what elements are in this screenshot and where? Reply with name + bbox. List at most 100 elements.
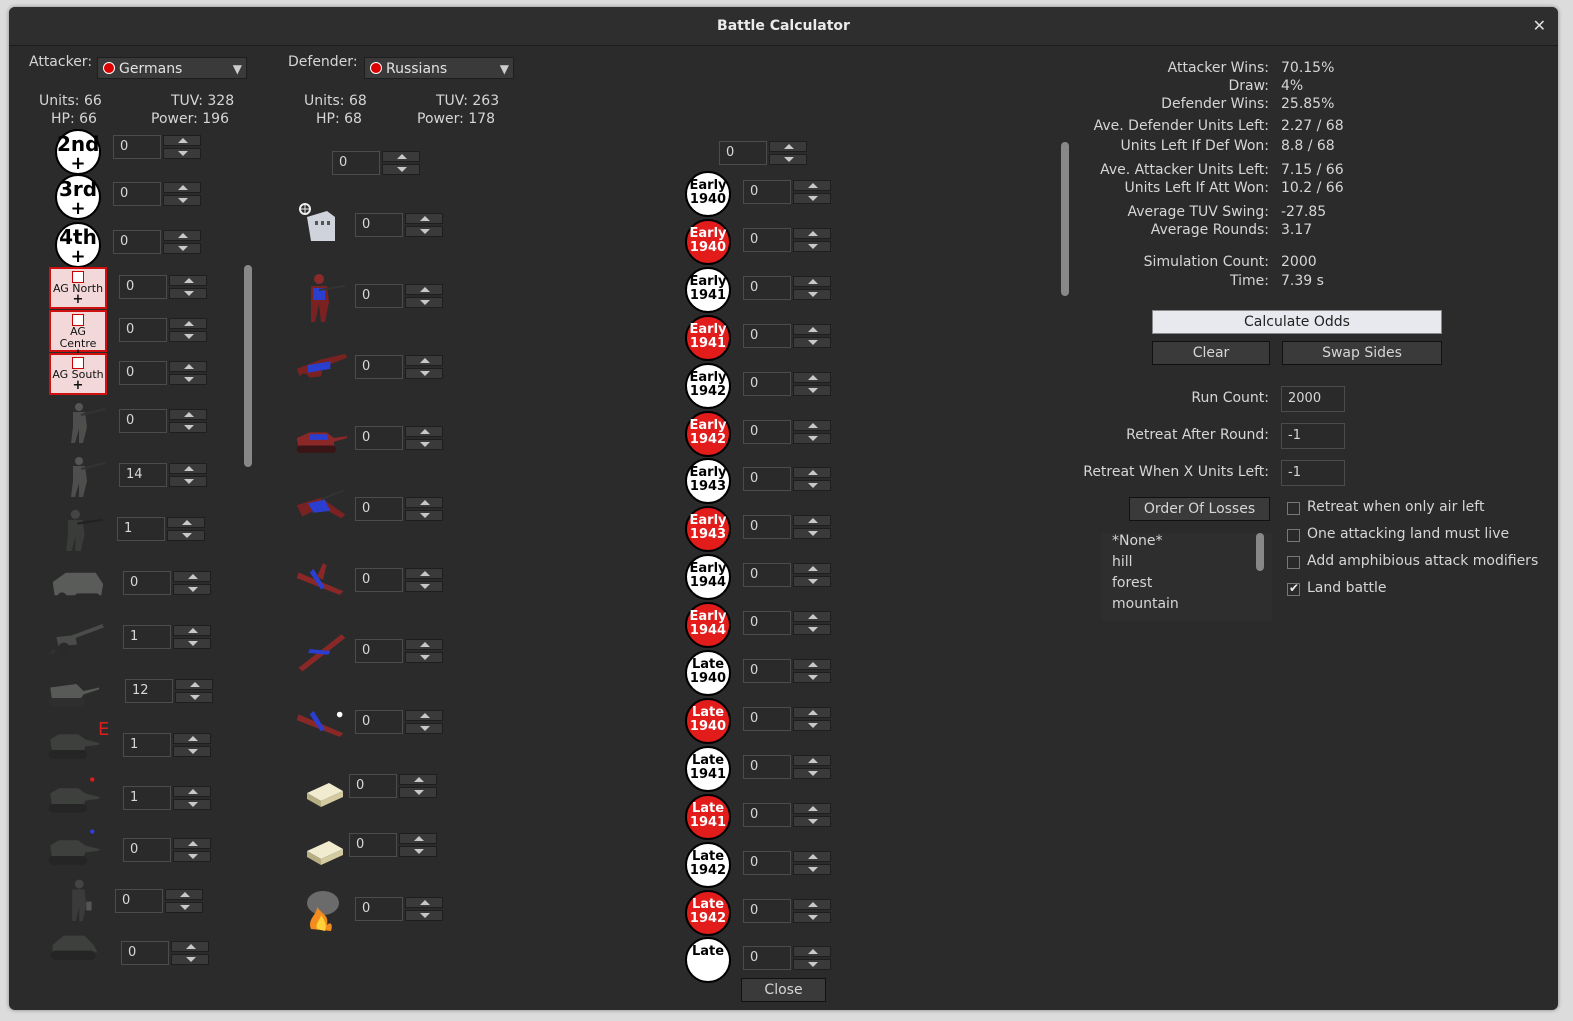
spinner-value[interactable]: 0 xyxy=(743,371,791,396)
spinner-value[interactable]: 0 xyxy=(743,898,791,923)
spinner-down[interactable] xyxy=(405,581,443,592)
spinner-value[interactable]: 0 xyxy=(355,355,403,379)
soviet-bomber-spinner[interactable]: 0 xyxy=(355,639,445,663)
close-button[interactable]: Close xyxy=(741,978,826,1002)
spinner-down[interactable] xyxy=(405,510,443,521)
spinner-up[interactable] xyxy=(399,833,437,844)
attacker-scrollbar[interactable] xyxy=(244,265,252,467)
spinner-down[interactable] xyxy=(405,368,443,379)
spinner-up[interactable] xyxy=(405,497,443,508)
elite-infantry-spinner[interactable]: 1 xyxy=(117,517,207,541)
terrain-item-hill[interactable]: hill xyxy=(1112,554,1133,570)
tank-destroyer-spinner[interactable]: 0 xyxy=(121,941,211,965)
spinner-value[interactable]: 14 xyxy=(119,463,167,487)
spinner-value[interactable]: 0 xyxy=(119,409,167,433)
soviet-artillery-spinner[interactable]: 0 xyxy=(355,355,445,379)
engineer-spinner[interactable]: 0 xyxy=(115,889,205,913)
attacker-select[interactable]: Germans ▼ xyxy=(97,57,247,79)
spinner-up[interactable] xyxy=(793,754,831,766)
defender-top-spinner[interactable]: 0 xyxy=(332,151,422,175)
spinner-value[interactable]: 0 xyxy=(113,135,161,159)
main-scrollbar[interactable] xyxy=(1061,142,1069,296)
spinner-up[interactable] xyxy=(793,898,831,910)
spinner-value[interactable]: 0 xyxy=(743,275,791,300)
spinner-value[interactable]: 1 xyxy=(123,786,171,810)
soviet-tank-spinner[interactable]: 0 xyxy=(355,426,445,450)
attacking-land-live-checkbox[interactable] xyxy=(1287,529,1300,542)
spinner-up[interactable] xyxy=(793,946,831,958)
terrain-scrollbar[interactable] xyxy=(1256,533,1264,571)
tech-chip-spinner[interactable]: 0 xyxy=(743,323,833,348)
tech-chip-spinner[interactable]: 0 xyxy=(743,419,833,444)
spinner-up[interactable] xyxy=(405,897,443,908)
tech-chip-spinner[interactable]: 0 xyxy=(743,611,833,636)
spinner-up[interactable] xyxy=(169,318,207,329)
spinner-up[interactable] xyxy=(405,355,443,366)
spinner-value[interactable]: 0 xyxy=(119,318,167,342)
spinner-down[interactable] xyxy=(173,584,211,595)
spinner-value[interactable]: 0 xyxy=(743,563,791,588)
spinner-up[interactable] xyxy=(405,213,443,224)
spinner-down[interactable] xyxy=(405,297,443,308)
spinner-up[interactable] xyxy=(769,141,807,152)
spinner-down[interactable] xyxy=(163,195,201,206)
spinner-down[interactable] xyxy=(169,331,207,342)
spinner-down[interactable] xyxy=(405,652,443,663)
tech-chip-spinner[interactable]: 0 xyxy=(743,802,833,827)
terrain-item-none[interactable]: *None* xyxy=(1112,533,1163,549)
spinner-up[interactable] xyxy=(163,182,201,193)
spinner-value[interactable]: 0 xyxy=(113,230,161,254)
spinner-down[interactable] xyxy=(165,902,203,913)
spinner-up[interactable] xyxy=(173,838,211,849)
spinner-up[interactable] xyxy=(405,710,443,721)
spinner-down[interactable] xyxy=(405,910,443,921)
spinner-value[interactable]: 0 xyxy=(355,497,403,521)
spinner-value[interactable]: 0 xyxy=(355,639,403,663)
spinner-down[interactable] xyxy=(793,432,831,444)
tech-chip-spinner[interactable]: 0 xyxy=(743,754,833,779)
soviet-aa-gun-spinner[interactable]: 0 xyxy=(355,497,445,521)
tech-top-spinner[interactable]: 0 xyxy=(719,141,809,165)
spinner-up[interactable] xyxy=(167,517,205,528)
spinner-up[interactable] xyxy=(173,733,211,744)
spinner-down[interactable] xyxy=(163,148,201,159)
tech-chip-spinner[interactable]: 0 xyxy=(743,898,833,923)
tech-chip-spinner[interactable]: 0 xyxy=(743,275,833,300)
spinner-value[interactable]: 0 xyxy=(743,754,791,779)
spinner-value[interactable]: 0 xyxy=(349,833,397,857)
spinner-down[interactable] xyxy=(793,240,831,252)
spinner-up[interactable] xyxy=(169,275,207,286)
spinner-value[interactable]: 0 xyxy=(355,284,403,308)
spinner-down[interactable] xyxy=(769,154,807,165)
spinner-down[interactable] xyxy=(793,576,831,588)
spinner-down[interactable] xyxy=(793,624,831,636)
spinner-up[interactable] xyxy=(173,786,211,797)
spinner-up[interactable] xyxy=(175,679,213,690)
spinner-value[interactable]: 0 xyxy=(349,774,397,798)
swap-sides-button[interactable]: Swap Sides xyxy=(1282,341,1442,365)
tech-chip-spinner[interactable]: 0 xyxy=(743,706,833,731)
spinner-down[interactable] xyxy=(173,638,211,649)
spinner-up[interactable] xyxy=(399,774,437,785)
spinner-value[interactable]: 0 xyxy=(355,568,403,592)
spinner-value[interactable]: 0 xyxy=(743,706,791,731)
spinner-down[interactable] xyxy=(793,767,831,779)
spinner-value[interactable]: 1 xyxy=(117,517,165,541)
tech-chip-spinner[interactable]: 0 xyxy=(743,850,833,875)
spinner-down[interactable] xyxy=(793,815,831,827)
spinner-up[interactable] xyxy=(793,323,831,335)
order-2nd-spinner[interactable]: 0 xyxy=(113,135,203,159)
land-battle-checkbox[interactable] xyxy=(1287,581,1300,596)
spinner-up[interactable] xyxy=(793,563,831,575)
spinner-down[interactable] xyxy=(793,672,831,683)
spinner-up[interactable] xyxy=(163,135,201,146)
spinner-up[interactable] xyxy=(405,639,443,650)
spinner-up[interactable] xyxy=(793,371,831,383)
terrain-item-mountain[interactable]: mountain xyxy=(1112,596,1179,612)
spinner-up[interactable] xyxy=(405,284,443,295)
order-4th-spinner[interactable]: 0 xyxy=(113,230,203,254)
amphibious-checkbox[interactable] xyxy=(1287,556,1300,569)
spinner-down[interactable] xyxy=(173,851,211,862)
medium-tank-spinner[interactable]: 1 xyxy=(123,786,213,810)
spinner-value[interactable]: 0 xyxy=(743,419,791,444)
